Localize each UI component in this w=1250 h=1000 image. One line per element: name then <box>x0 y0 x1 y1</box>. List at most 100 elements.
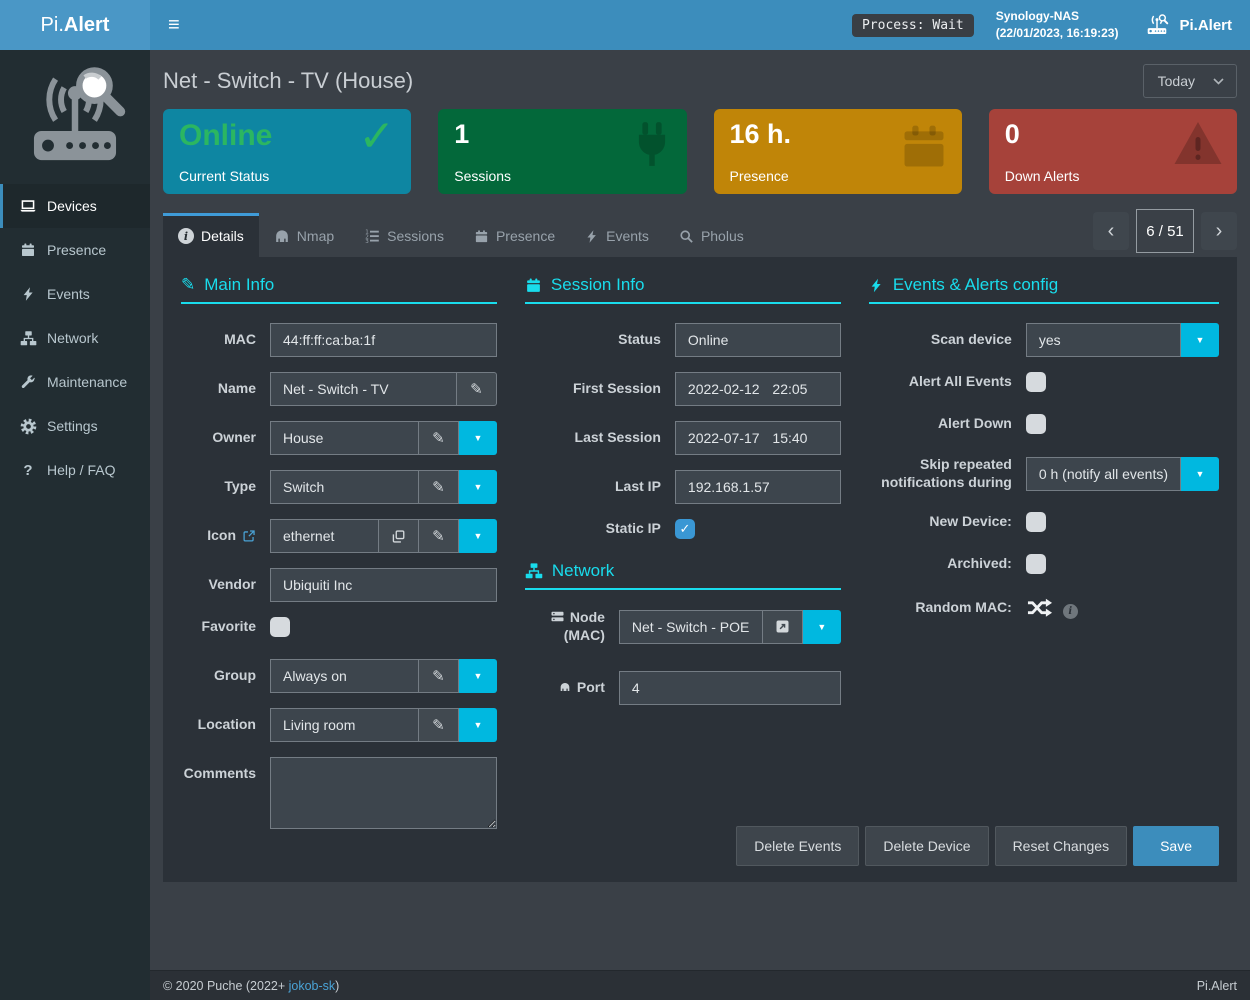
card-sessions[interactable]: 1 Sessions <box>438 109 686 194</box>
period-select[interactable]: Today <box>1143 64 1237 98</box>
reset-changes-button[interactable]: Reset Changes <box>995 826 1128 866</box>
field-vendor: Vendor Ubiquiti Inc <box>181 568 497 602</box>
icon-dropdown-button[interactable]: ▼ <box>459 519 497 553</box>
svg-text:3: 3 <box>365 239 369 244</box>
calendar-icon <box>525 277 542 294</box>
sidebar-item-devices[interactable]: Devices <box>0 184 150 228</box>
delete-events-button[interactable]: Delete Events <box>736 826 859 866</box>
tab-pholus[interactable]: Pholus <box>664 213 759 257</box>
node-input[interactable]: Net - Switch - POE <box>619 610 763 644</box>
sidebar-toggle-icon[interactable]: ≡ <box>150 0 198 50</box>
open-node-button[interactable] <box>763 610 803 644</box>
field-label: Comments <box>181 757 256 783</box>
type-input[interactable]: Switch <box>270 470 419 504</box>
skip-notifications-dropdown-button[interactable]: ▼ <box>1181 457 1219 491</box>
scan-device-dropdown-button[interactable]: ▼ <box>1181 323 1219 357</box>
external-link-icon[interactable] <box>242 529 256 543</box>
section-title: Main Info <box>204 275 274 295</box>
scan-device-select[interactable]: yes <box>1026 323 1181 357</box>
group-dropdown-button[interactable]: ▼ <box>459 659 497 693</box>
tab-sessions[interactable]: 123 Sessions <box>349 213 459 257</box>
field-mac: MAC 44:ff:ff:ca:ba:1f <box>181 323 497 357</box>
caret-down-icon: ▼ <box>473 671 482 681</box>
caret-down-icon: ▼ <box>473 720 482 730</box>
author-link[interactable]: jokob-sk <box>289 979 336 993</box>
field-label: Name <box>181 380 256 398</box>
info-circle-icon: i <box>178 228 194 244</box>
alert-all-events-checkbox[interactable] <box>1026 372 1046 392</box>
brand-logo[interactable]: Pi.Alert <box>0 0 150 50</box>
last-ip-input[interactable]: 192.168.1.57 <box>675 470 841 504</box>
edit-group-button[interactable]: ✎ <box>419 659 459 693</box>
group-input[interactable]: Always on <box>270 659 419 693</box>
field-last-session: Last Session 2022-07-17 15:40 <box>525 421 841 455</box>
delete-device-button[interactable]: Delete Device <box>865 826 988 866</box>
mac-input[interactable]: 44:ff:ff:ca:ba:1f <box>270 323 497 357</box>
edit-icon-button[interactable]: ✎ <box>419 519 459 553</box>
app-identity: Pi.Alert <box>1144 14 1232 36</box>
router-scan-icon <box>1144 14 1170 36</box>
owner-input[interactable]: House <box>270 421 419 455</box>
host-info: Synology-NAS (22/01/2023, 16:19:23) <box>996 8 1119 42</box>
sidebar-item-help[interactable]: ? Help / FAQ <box>0 448 150 492</box>
sidebar-logo <box>0 50 150 184</box>
network-header: Network <box>525 561 841 590</box>
favorite-checkbox[interactable] <box>270 617 290 637</box>
alert-down-checkbox[interactable] <box>1026 414 1046 434</box>
field-archived: Archived: <box>869 554 1219 574</box>
sidebar-item-settings[interactable]: Settings <box>0 404 150 448</box>
prev-device-button[interactable]: ‹ <box>1093 212 1129 250</box>
footer: © 2020 Puche (2022+ jokob-sk) Pi.Alert <box>150 970 1250 1000</box>
edit-location-button[interactable]: ✎ <box>419 708 459 742</box>
type-dropdown-button[interactable]: ▼ <box>459 470 497 504</box>
skip-notifications-select[interactable]: 0 h (notify all events) <box>1026 457 1181 491</box>
status-input[interactable]: Online <box>675 323 841 357</box>
pencil-icon: ✎ <box>432 429 445 447</box>
copy-icon-button[interactable] <box>379 519 419 553</box>
name-input[interactable]: Net - Switch - TV <box>270 372 457 406</box>
tab-label: Details <box>201 228 244 244</box>
field-icon: Icon ethernet ✎ ▼ <box>181 519 497 553</box>
tab-nmap[interactable]: Nmap <box>259 213 349 257</box>
card-presence[interactable]: 16 h. Presence <box>714 109 962 194</box>
last-session-input[interactable]: 2022-07-17 15:40 <box>675 421 841 455</box>
owner-dropdown-button[interactable]: ▼ <box>459 421 497 455</box>
tab-events[interactable]: Events <box>570 213 664 257</box>
edit-name-button[interactable]: ✎ <box>457 372 497 406</box>
field-label: Vendor <box>181 576 256 594</box>
page-title: Net - Switch - TV (House) <box>163 68 413 94</box>
copyright-text: © 2020 Puche (2022+ <box>163 979 289 993</box>
field-scan-device: Scan device yes ▼ <box>869 323 1219 357</box>
field-label: Scan device <box>869 331 1012 349</box>
sidebar-item-presence[interactable]: Presence <box>0 228 150 272</box>
info-tooltip-icon[interactable]: i <box>1063 604 1078 619</box>
field-label: Icon <box>181 527 256 545</box>
card-sessions-label: Sessions <box>454 168 670 184</box>
location-input[interactable]: Living room <box>270 708 419 742</box>
sidebar-item-events[interactable]: Events <box>0 272 150 316</box>
sidebar-item-maintenance[interactable]: Maintenance <box>0 360 150 404</box>
comments-textarea[interactable] <box>270 757 497 829</box>
static-ip-checkbox[interactable]: ✓ <box>675 519 695 539</box>
card-down-alerts[interactable]: 0 Down Alerts <box>989 109 1237 194</box>
edit-type-button[interactable]: ✎ <box>419 470 459 504</box>
vendor-input[interactable]: Ubiquiti Inc <box>270 568 497 602</box>
tab-details[interactable]: i Details <box>163 213 259 257</box>
location-dropdown-button[interactable]: ▼ <box>459 708 497 742</box>
next-device-button[interactable]: › <box>1201 212 1237 250</box>
pager-position: 6 / 51 <box>1136 209 1194 253</box>
sidebar-item-network[interactable]: Network <box>0 316 150 360</box>
archived-checkbox[interactable] <box>1026 554 1046 574</box>
edit-owner-button[interactable]: ✎ <box>419 421 459 455</box>
node-dropdown-button[interactable]: ▼ <box>803 610 841 644</box>
icon-input[interactable]: ethernet <box>270 519 379 553</box>
card-current-status[interactable]: Online Current Status ✓ <box>163 109 411 194</box>
pencil-icon: ✎ <box>470 380 483 398</box>
field-label: Alert All Events <box>869 373 1012 391</box>
field-label: Group <box>181 667 256 685</box>
tab-presence[interactable]: Presence <box>459 213 570 257</box>
save-button[interactable]: Save <box>1133 826 1219 866</box>
port-input[interactable]: 4 <box>619 671 841 705</box>
new-device-checkbox[interactable] <box>1026 512 1046 532</box>
first-session-input[interactable]: 2022-02-12 22:05 <box>675 372 841 406</box>
